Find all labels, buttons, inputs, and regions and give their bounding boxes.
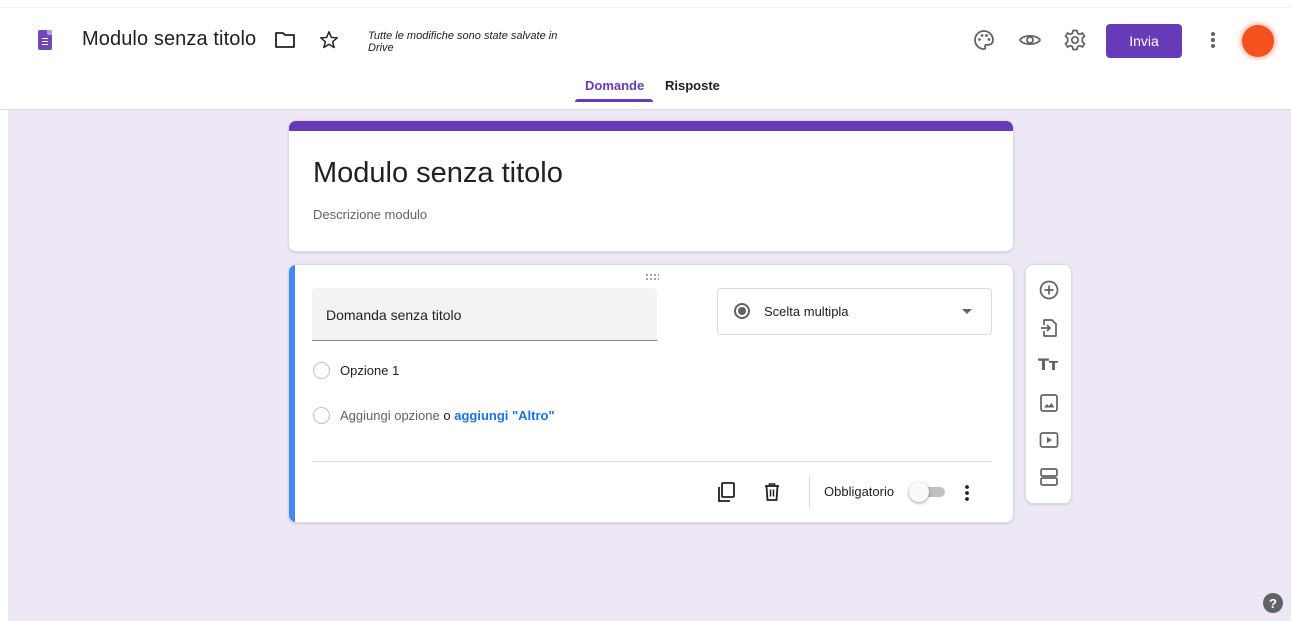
required-label: Obbligatorio: [824, 484, 895, 499]
option-label[interactable]: Opzione 1: [340, 363, 399, 378]
preview-eye-icon[interactable]: [1018, 28, 1042, 52]
required-toggle[interactable]: [909, 482, 945, 502]
add-title-icon[interactable]: Tт: [1038, 355, 1060, 377]
radio-button-checked-icon: [734, 303, 750, 319]
form-title[interactable]: Modulo senza titolo: [313, 157, 563, 190]
title-card-accent: [289, 121, 1013, 131]
star-icon[interactable]: [318, 29, 340, 51]
question-title-input[interactable]: Domanda senza titolo: [312, 288, 657, 341]
more-vert-icon[interactable]: [959, 482, 975, 504]
radio-unchecked-icon: [313, 362, 330, 379]
form-title-card[interactable]: Modulo senza titolo Descrizione modulo: [288, 120, 1014, 252]
question-card[interactable]: Domanda senza titolo Scelta multipla Opz…: [288, 264, 1014, 523]
or-text: o: [443, 408, 451, 423]
question-toolbar: Tт: [1025, 264, 1072, 504]
add-option-link[interactable]: Aggiungi opzione: [340, 408, 440, 423]
duplicate-icon[interactable]: [715, 481, 737, 503]
question-type-select[interactable]: Scelta multipla: [717, 288, 992, 335]
document-title[interactable]: Modulo senza titolo: [82, 28, 256, 51]
send-button[interactable]: Invia: [1106, 24, 1182, 58]
more-vert-icon[interactable]: [1203, 28, 1223, 52]
footer-separator: [809, 476, 810, 508]
add-other-link[interactable]: aggiungi "Altro": [454, 408, 554, 423]
add-video-icon[interactable]: [1038, 429, 1060, 451]
add-image-icon[interactable]: [1038, 392, 1060, 414]
palette-icon[interactable]: [972, 28, 996, 52]
import-questions-icon[interactable]: [1038, 317, 1060, 339]
drag-handle-icon[interactable]: [645, 273, 659, 281]
app-header: Modulo senza titolo Tutte le modifiche s…: [0, 8, 1291, 110]
settings-gear-icon[interactable]: [1063, 28, 1087, 52]
form-description-field[interactable]: Descrizione modulo: [313, 207, 427, 222]
dropdown-arrow-icon: [962, 309, 972, 314]
question-type-label: Scelta multipla: [764, 304, 849, 319]
question-active-accent: [289, 265, 295, 522]
help-icon[interactable]: ?: [1263, 593, 1283, 613]
top-strip: [0, 0, 1291, 8]
add-section-icon[interactable]: [1038, 466, 1060, 488]
footer-divider: [312, 461, 992, 462]
save-status: Tutte le modifiche sono state salvate in…: [368, 30, 558, 54]
question-title-text: Domanda senza titolo: [326, 307, 462, 323]
forms-logo-icon[interactable]: [38, 30, 52, 50]
toggle-thumb: [909, 482, 929, 502]
radio-unchecked-icon: [313, 407, 330, 424]
tab-responses[interactable]: Risposte: [665, 78, 720, 93]
user-avatar[interactable]: [1242, 25, 1274, 57]
delete-trash-icon[interactable]: [761, 481, 783, 503]
folder-icon[interactable]: [274, 30, 296, 50]
add-question-icon[interactable]: [1038, 279, 1060, 301]
active-tab-indicator: [575, 99, 653, 102]
tab-questions[interactable]: Domande: [585, 78, 644, 93]
